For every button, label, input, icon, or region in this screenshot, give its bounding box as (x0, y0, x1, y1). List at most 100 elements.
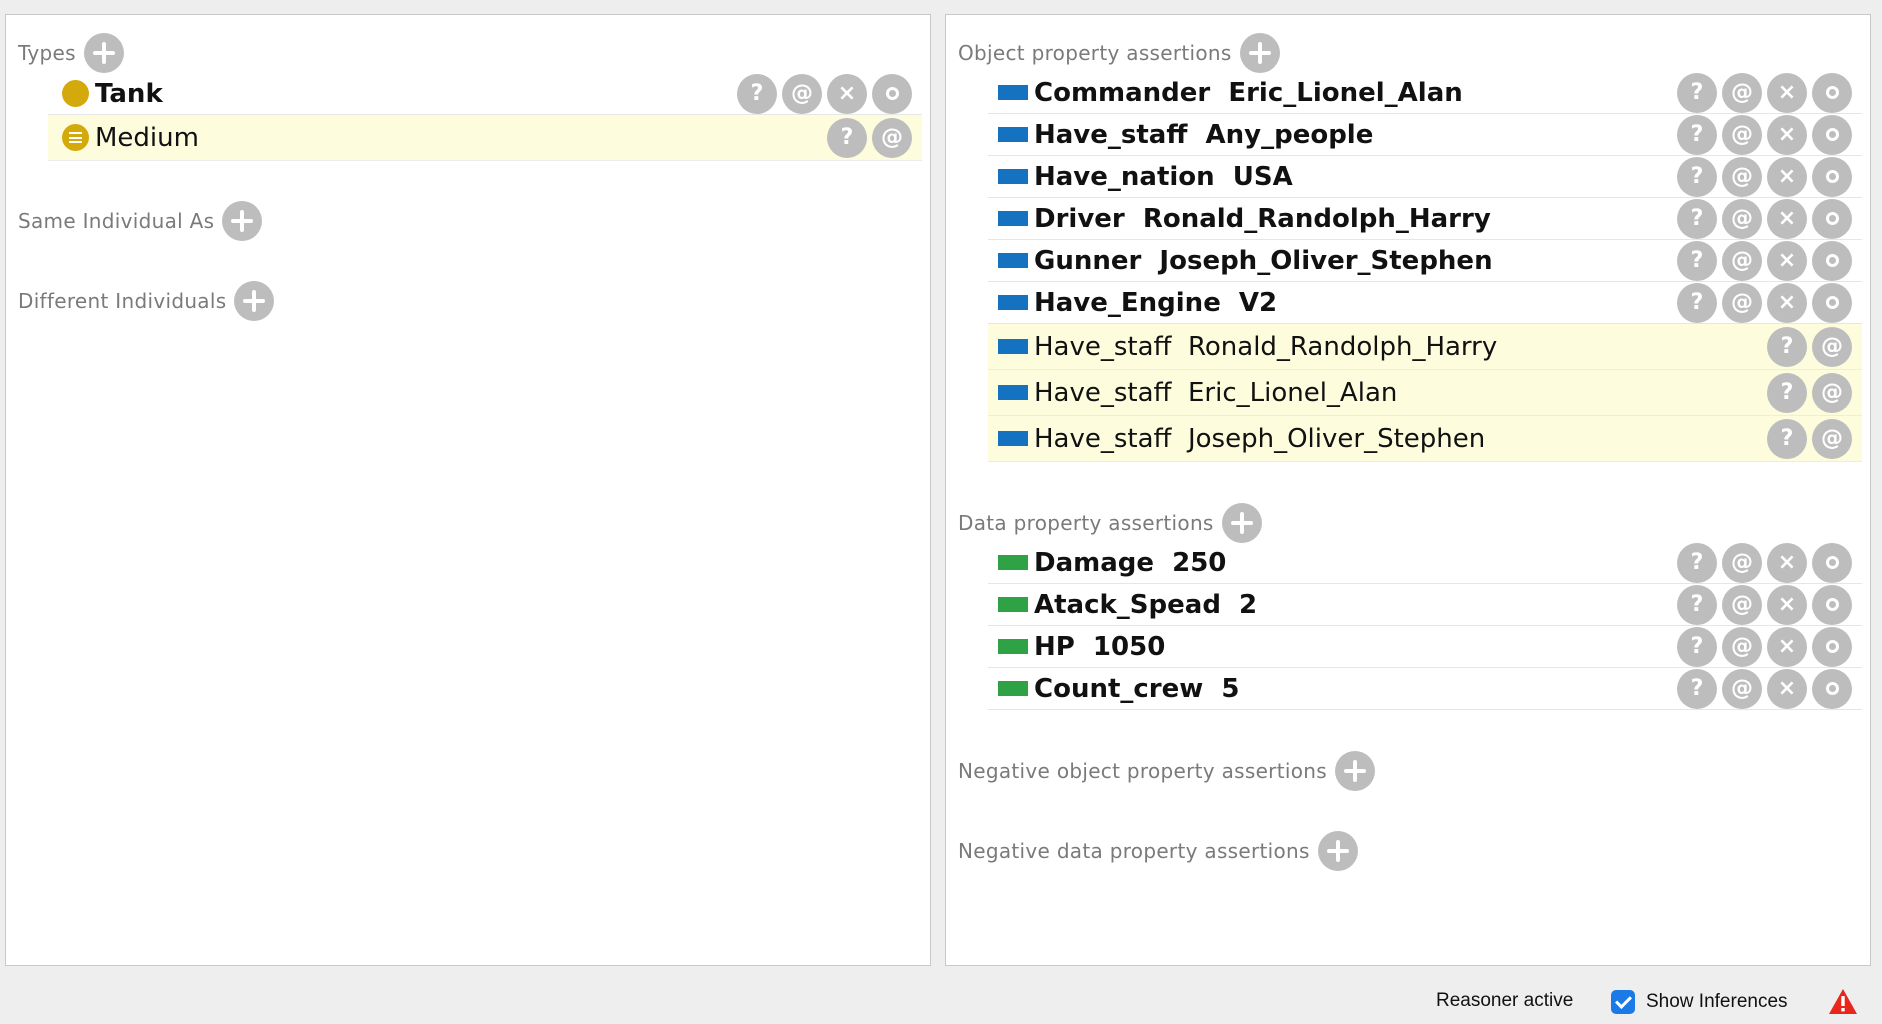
annotate-button[interactable]: @ (872, 117, 912, 158)
row-actions: ? @ × (1677, 626, 1852, 667)
delete-button[interactable]: × (1767, 198, 1807, 239)
inferred-object-property-row[interactable]: Have_staff Ronald_Randolph_Harry ? @ (988, 324, 1862, 370)
explain-button[interactable]: ? (1677, 542, 1717, 583)
different-individuals-header-label: Different Individuals (18, 289, 227, 313)
add-type-button[interactable] (83, 33, 124, 73)
annotate-button[interactable]: @ (1722, 542, 1762, 583)
annotate-button[interactable]: @ (1722, 198, 1762, 239)
explain-button[interactable]: ? (827, 117, 867, 158)
edit-button[interactable] (1812, 626, 1852, 667)
add-object-property-button[interactable] (1239, 33, 1280, 73)
assertion-label: Have_staff Any_people (1034, 119, 1374, 150)
annotate-button[interactable]: @ (1722, 584, 1762, 625)
delete-button[interactable]: × (1767, 282, 1807, 323)
explain-button[interactable]: ? (737, 73, 777, 114)
annotate-button[interactable]: @ (1722, 668, 1762, 709)
delete-button[interactable]: × (1767, 542, 1807, 583)
annotate-button[interactable]: @ (1812, 326, 1852, 367)
annotate-button[interactable]: @ (1812, 372, 1852, 413)
data-property-row[interactable]: HP 1050 ? @ × (988, 626, 1862, 668)
inferred-object-property-row[interactable]: Have_staff Eric_Lionel_Alan ? @ (988, 370, 1862, 416)
object-property-row[interactable]: Have_Engine V2 ? @ × (988, 282, 1862, 324)
delete-button[interactable]: × (1767, 668, 1807, 709)
add-negative-object-property-button[interactable] (1334, 751, 1375, 791)
data-property-row[interactable]: Count_crew 5 ? @ × (988, 668, 1862, 710)
types-header-label: Types (18, 41, 76, 65)
annotate-button[interactable]: @ (1722, 282, 1762, 323)
explain-button[interactable]: ? (1677, 626, 1717, 667)
add-negative-data-property-button[interactable] (1317, 831, 1358, 871)
edit-button[interactable] (1812, 72, 1852, 113)
edit-button[interactable] (1812, 156, 1852, 197)
data-property-section-header: Data property assertions (958, 503, 1262, 543)
edit-button[interactable] (872, 73, 912, 114)
annotate-button[interactable]: @ (1722, 114, 1762, 155)
assertion-label: Have_staff Ronald_Randolph_Harry (1034, 331, 1498, 362)
add-data-property-button[interactable] (1221, 503, 1262, 543)
annotate-button[interactable]: @ (1722, 626, 1762, 667)
show-inferences-checkbox[interactable] (1611, 990, 1635, 1014)
explain-button[interactable]: ? (1767, 326, 1807, 367)
annotate-button[interactable]: @ (1722, 156, 1762, 197)
annotate-button[interactable]: @ (1722, 240, 1762, 281)
object-property-icon (998, 385, 1028, 400)
edit-button[interactable] (1812, 542, 1852, 583)
row-actions: ? @ × (1677, 542, 1852, 583)
edit-button[interactable] (1812, 584, 1852, 625)
row-actions: ? @ × (1677, 282, 1852, 323)
assertion-label: Damage 250 (1034, 547, 1227, 578)
edit-button[interactable] (1812, 240, 1852, 281)
object-property-row[interactable]: Have_staff Any_people ? @ × (988, 114, 1862, 156)
delete-button[interactable]: × (1767, 240, 1807, 281)
object-property-row[interactable]: Have_nation USA ? @ × (988, 156, 1862, 198)
explain-button[interactable]: ? (1677, 584, 1717, 625)
explain-button[interactable]: ? (1677, 668, 1717, 709)
assertion-label: Have_staff Joseph_Oliver_Stephen (1034, 423, 1486, 454)
negative-data-property-header-label: Negative data property assertions (958, 839, 1310, 863)
delete-button[interactable]: × (1767, 626, 1807, 667)
types-list: Tank ? @ × Medium ? @ (48, 73, 922, 161)
object-property-icon (998, 127, 1028, 142)
explain-button[interactable]: ? (1677, 240, 1717, 281)
add-same-individual-button[interactable] (222, 201, 263, 241)
delete-button[interactable]: × (1767, 156, 1807, 197)
edit-button[interactable] (1812, 114, 1852, 155)
explain-button[interactable]: ? (1677, 72, 1717, 113)
edit-button[interactable] (1812, 282, 1852, 323)
warning-icon[interactable] (1828, 988, 1858, 1015)
object-property-row[interactable]: Driver Ronald_Randolph_Harry ? @ × (988, 198, 1862, 240)
type-row-tank[interactable]: Tank ? @ × (48, 73, 922, 115)
delete-button[interactable]: × (1767, 114, 1807, 155)
row-actions: ? @ × (737, 73, 912, 114)
data-property-row[interactable]: Damage 250 ? @ × (988, 542, 1862, 584)
add-different-individual-button[interactable] (234, 281, 275, 321)
right-panel: Object property assertions Commander Eri… (945, 14, 1871, 966)
show-inferences-label[interactable]: Show Inferences (1646, 991, 1788, 1013)
object-property-row[interactable]: Commander Eric_Lionel_Alan ? @ × (988, 72, 1862, 114)
explain-button[interactable]: ? (1767, 372, 1807, 413)
annotate-button[interactable]: @ (782, 73, 822, 114)
inferred-object-property-row[interactable]: Have_staff Joseph_Oliver_Stephen ? @ (988, 416, 1862, 462)
edit-button[interactable] (1812, 198, 1852, 239)
explain-button[interactable]: ? (1767, 418, 1807, 459)
explain-button[interactable]: ? (1677, 282, 1717, 323)
delete-button[interactable]: × (1767, 72, 1807, 113)
data-property-row[interactable]: Atack_Spead 2 ? @ × (988, 584, 1862, 626)
object-property-icon (998, 295, 1028, 310)
status-bar: Reasoner active Show Inferences (0, 968, 1882, 1024)
row-actions: ? @ (1767, 326, 1852, 367)
delete-button[interactable]: × (1767, 584, 1807, 625)
explain-button[interactable]: ? (1677, 114, 1717, 155)
annotate-button[interactable]: @ (1722, 72, 1762, 113)
annotate-button[interactable]: @ (1812, 418, 1852, 459)
delete-button[interactable]: × (827, 73, 867, 114)
explain-button[interactable]: ? (1677, 198, 1717, 239)
type-row-medium[interactable]: Medium ? @ (48, 115, 922, 161)
data-property-icon (998, 639, 1028, 654)
assertion-label: Gunner Joseph_Oliver_Stephen (1034, 245, 1493, 276)
object-property-row[interactable]: Gunner Joseph_Oliver_Stephen ? @ × (988, 240, 1862, 282)
object-property-icon (998, 211, 1028, 226)
explain-button[interactable]: ? (1677, 156, 1717, 197)
edit-button[interactable] (1812, 668, 1852, 709)
data-property-icon (998, 597, 1028, 612)
